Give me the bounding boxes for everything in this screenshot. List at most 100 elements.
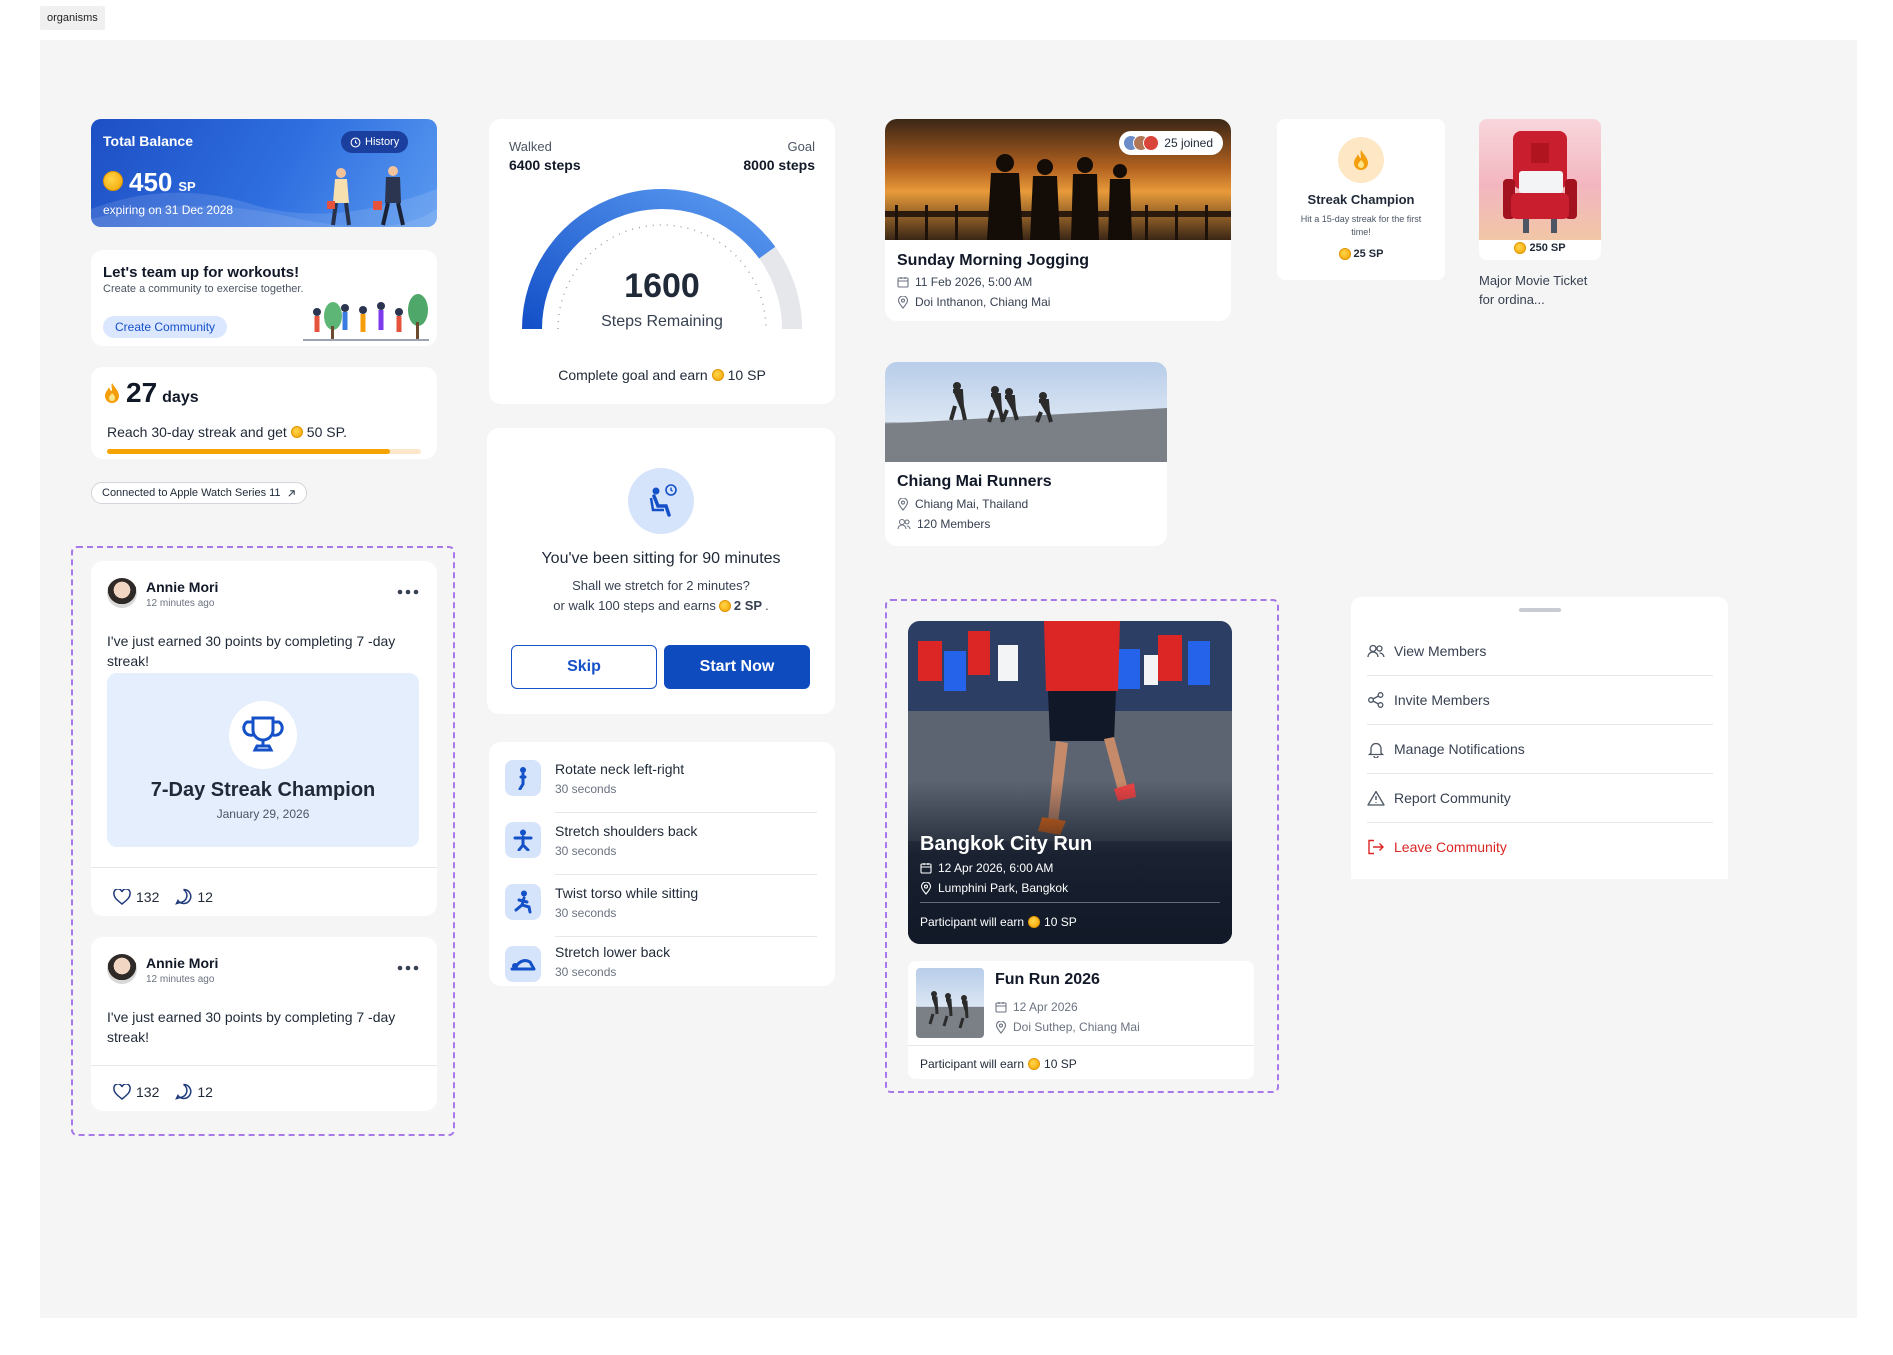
event-title: Sunday Morning Jogging xyxy=(897,252,1089,269)
event-location: Doi Suthep, Chiang Mai xyxy=(1013,1020,1140,1034)
earn-label: Participant will earn xyxy=(920,1057,1025,1071)
streak-days-label: days xyxy=(162,389,199,406)
create-community-button[interactable]: Create Community xyxy=(103,316,228,338)
post-card: Annie Mori 12 minutes ago I've just earn… xyxy=(91,561,437,916)
gauge-fill xyxy=(522,189,776,330)
warning-icon xyxy=(1367,790,1385,806)
earn-value: 10 SP xyxy=(1044,1057,1077,1071)
event-card-fun-run[interactable]: Fun Run 2026 12 Apr 2026 Doi Suthep, Chi… xyxy=(908,961,1254,1079)
avatar[interactable] xyxy=(107,578,137,608)
sitting-line2: or walk 100 steps and earns xyxy=(553,598,716,613)
drag-handle[interactable] xyxy=(1519,608,1561,612)
history-icon xyxy=(350,137,361,147)
team-up-title: Let's team up for workouts! xyxy=(103,264,300,281)
apple-watch-connection-pill[interactable]: Connected to Apple Watch Series 11 xyxy=(91,482,307,504)
team-up-card: Let's team up for workouts! Create a com… xyxy=(91,250,437,346)
sitting-reminder-card: You've been sitting for 90 minutes Shall… xyxy=(487,428,835,714)
event-title: Bangkok City Run xyxy=(920,833,1093,855)
menu-item-invite-members[interactable]: Invite Members xyxy=(1367,676,1713,724)
bell-icon xyxy=(1367,742,1385,758)
coin-icon xyxy=(1028,1058,1041,1070)
community-title: Chiang Mai Runners xyxy=(897,473,1052,490)
like-button[interactable]: 132 xyxy=(113,888,160,905)
walked-label: Walked xyxy=(509,139,552,154)
location-pin-icon xyxy=(897,295,909,309)
coin-icon xyxy=(1338,248,1351,260)
comment-count: 12 xyxy=(197,1083,213,1100)
coin-icon xyxy=(1514,242,1527,254)
streak-champion-card[interactable]: Streak Champion Hit a 15-day streak for … xyxy=(1277,119,1445,280)
sitting-reward-suffix: . xyxy=(765,598,769,613)
post-author[interactable]: Annie Mori xyxy=(146,579,218,595)
steps-remaining-label: Steps Remaining xyxy=(601,313,723,330)
stretch-duration: 30 seconds xyxy=(555,782,617,796)
team-up-subtitle: Create a community to exercise together. xyxy=(103,283,304,295)
post-time: 12 minutes ago xyxy=(146,974,215,985)
post-card: Annie Mori 12 minutes ago I've just earn… xyxy=(91,937,437,1111)
like-count: 132 xyxy=(136,888,160,905)
menu-item-leave-community[interactable]: Leave Community xyxy=(1367,823,1713,871)
streak-reward: 50 SP. xyxy=(306,424,348,440)
flame-icon xyxy=(1354,150,1368,170)
menu-item-manage-notifications[interactable]: Manage Notifications xyxy=(1367,725,1713,773)
more-options-icon[interactable] xyxy=(397,965,419,971)
stretch-item[interactable]: Stretch shoulders back 30 seconds xyxy=(505,820,819,866)
achievement-badge[interactable]: 7-Day Streak Champion January 29, 2026 xyxy=(107,673,419,847)
event-date: 12 Apr 2026 xyxy=(1013,1000,1078,1014)
event-date: 12 Apr 2026, 6:00 AM xyxy=(938,861,1054,875)
shopping-people-illustration xyxy=(327,166,405,226)
location-pin-icon xyxy=(995,1020,1007,1034)
cinema-seat-image xyxy=(1503,131,1577,233)
community-location: Chiang Mai, Thailand xyxy=(915,497,1029,511)
joined-pill: 25 joined xyxy=(1119,131,1223,155)
stretch-item[interactable]: Twist torso while sitting 30 seconds xyxy=(505,882,819,928)
sitting-person-icon xyxy=(649,484,677,517)
like-button[interactable]: 132 xyxy=(113,1083,160,1100)
streak-card: 27 days Reach 30-day streak and get 50 S… xyxy=(91,367,437,459)
menu-item-view-members[interactable]: View Members xyxy=(1367,627,1713,675)
community-card-runners[interactable]: Chiang Mai Runners Chiang Mai, Thailand … xyxy=(885,362,1167,546)
menu-item-report-community[interactable]: Report Community xyxy=(1367,774,1713,822)
streak-days-number: 27 xyxy=(126,377,158,408)
event-location: Lumphini Park, Bangkok xyxy=(938,881,1069,895)
like-count: 132 xyxy=(136,1083,160,1100)
reward-price: 250 SP xyxy=(1529,242,1566,254)
coin-icon xyxy=(718,599,731,612)
badge-subtitle: Hit a 15-day streak for the first time! xyxy=(1300,214,1422,237)
event-card-jogging[interactable]: 25 joined Sunday Morning Jogging 11 Feb … xyxy=(885,119,1231,321)
frame-label: organisms xyxy=(40,6,105,30)
movie-reward-item[interactable]: 250 SP Major Movie Ticket for ordina... xyxy=(1479,119,1601,319)
earn-label: Participant will earn xyxy=(920,915,1025,929)
event-card-bangkok-run[interactable]: Bangkok City Run 12 Apr 2026, 6:00 AM Lu… xyxy=(908,621,1232,944)
menu-item-label: Invite Members xyxy=(1394,692,1490,708)
stretch-item[interactable]: Stretch lower back 30 seconds xyxy=(505,944,819,984)
create-community-label: Create Community xyxy=(115,320,216,334)
event-thumbnail xyxy=(916,968,984,1038)
start-now-label: Start Now xyxy=(699,658,775,675)
avatar[interactable] xyxy=(107,954,137,984)
coin-icon xyxy=(103,171,123,191)
members-icon xyxy=(1367,644,1385,658)
skip-button[interactable]: Skip xyxy=(511,645,657,689)
steps-goal-card: Walked 6400 steps Goal 8000 steps 1600 S… xyxy=(489,119,835,404)
steps-remaining-number: 1600 xyxy=(624,267,700,305)
goal-value: 8000 steps xyxy=(743,157,815,173)
history-label: History xyxy=(365,136,400,148)
history-button[interactable]: History xyxy=(341,131,409,153)
walked-value: 6400 steps xyxy=(509,157,581,173)
sitting-line1: Shall we stretch for 2 minutes? xyxy=(572,578,750,593)
stretch-item[interactable]: Rotate neck left-right 30 seconds xyxy=(505,758,819,804)
coin-icon xyxy=(290,426,303,438)
badge-date: January 29, 2026 xyxy=(216,807,310,821)
community-members: 120 Members xyxy=(917,517,991,531)
more-options-icon[interactable] xyxy=(397,589,419,595)
balance-unit: SP xyxy=(178,179,196,194)
comment-button[interactable]: 12 xyxy=(175,1083,213,1100)
post-author[interactable]: Annie Mori xyxy=(146,955,218,971)
avatar xyxy=(1143,135,1160,151)
start-now-button[interactable]: Start Now xyxy=(664,645,810,689)
streak-progress-track xyxy=(107,449,421,454)
event-title: Fun Run 2026 xyxy=(995,971,1100,988)
comment-button[interactable]: 12 xyxy=(175,888,213,905)
lower-back-stretch-icon xyxy=(505,946,541,982)
